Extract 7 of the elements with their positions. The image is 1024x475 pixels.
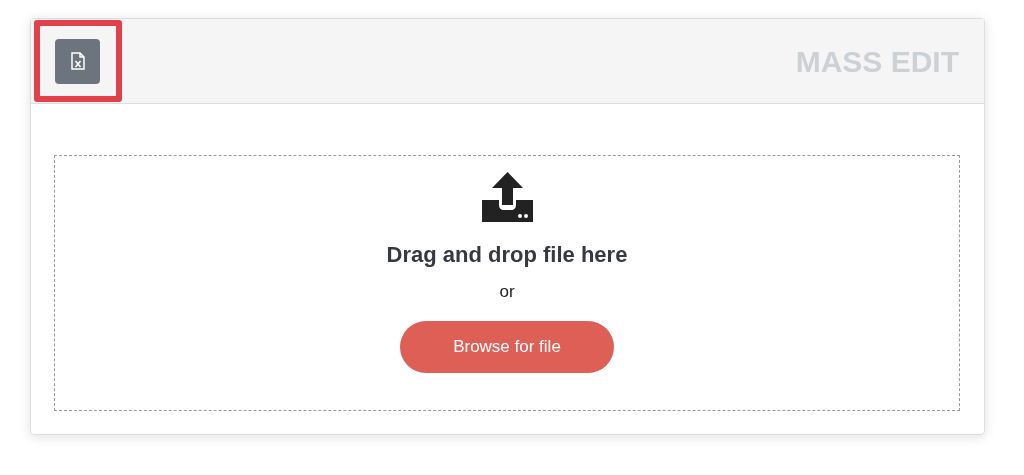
browse-button[interactable]: Browse for file — [400, 320, 614, 373]
drop-zone[interactable]: Drag and drop file here or Browse for file — [54, 155, 960, 411]
drop-heading: Drag and drop file here — [386, 241, 628, 269]
file-icon — [70, 52, 85, 70]
upload-icon — [481, 172, 533, 222]
spreadsheet-button[interactable] — [55, 38, 100, 84]
separator-text: or — [499, 281, 515, 303]
